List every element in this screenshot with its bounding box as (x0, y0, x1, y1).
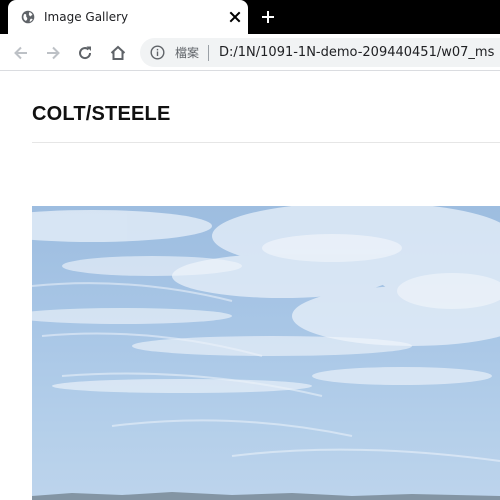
reload-icon[interactable] (75, 43, 95, 63)
cloud-layer (32, 206, 500, 500)
close-icon[interactable] (227, 9, 243, 25)
globe-icon (21, 10, 35, 24)
arrow-left-icon[interactable] (11, 43, 31, 63)
address-bar[interactable]: 檔案 D:/1N/1091-1N-demo-209440451/w07_ms (140, 38, 500, 67)
site-brand[interactable]: COLT/STEELE (32, 103, 171, 125)
url-text[interactable]: D:/1N/1091-1N-demo-209440451/w07_ms (219, 45, 494, 61)
header-divider (32, 142, 500, 143)
tab-strip: Image Gallery (0, 0, 500, 34)
browser-toolbar: 檔案 D:/1N/1091-1N-demo-209440451/w07_ms (0, 34, 500, 71)
site-info-label: 檔案 (175, 46, 200, 60)
tab-image-gallery[interactable]: Image Gallery (8, 0, 248, 34)
tab-title: Image Gallery (44, 10, 129, 24)
home-icon[interactable] (108, 43, 128, 63)
gallery-image[interactable] (32, 206, 500, 500)
info-icon[interactable] (150, 45, 165, 60)
address-separator (208, 45, 209, 61)
arrow-right-icon[interactable] (43, 43, 63, 63)
plus-icon[interactable] (259, 8, 277, 26)
